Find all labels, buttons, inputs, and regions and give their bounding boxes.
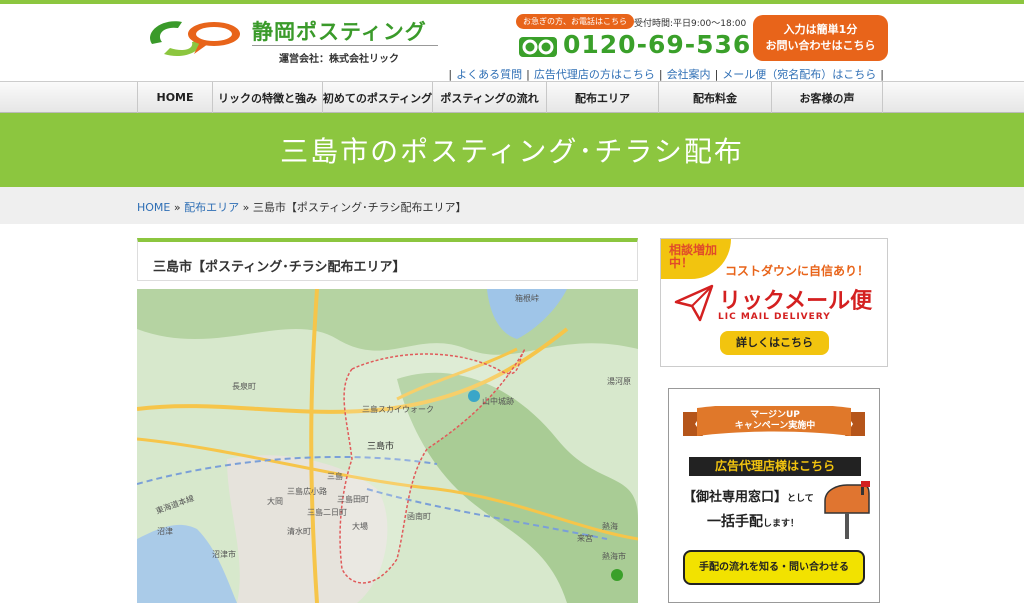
page-title: 三島市のポスティング･チラシ配布 [280,135,744,168]
free-dial-icon [519,37,557,57]
mail-delivery-ad[interactable]: 相談増加中！ コストダウンに自信あり！ リックメール便 LIC MAIL DEL… [660,238,888,367]
breadcrumb: HOME » 配布エリア » 三島市【ポスティング･チラシ配布エリア】 [0,187,1024,224]
map-label-numazu: 沼津市 [212,549,236,559]
map-label-hakone: 箱根峠 [515,293,539,303]
site-header: 静岡ポスティング 運営会社：株式会社リック お急ぎの方、お電話はこちら 受付時間… [0,4,1024,82]
map-label-ooka: 大岡 [267,496,283,506]
ribbon-line-2: キャンペーン実施中 [734,421,816,431]
map-label-futsukamachi: 三島二日町 [307,507,347,517]
map-label-yugawara: 湯河原 [607,376,631,386]
phone-contact[interactable]: お急ぎの方、お電話はこちら 受付時間:平日9:00〜18:00 0120-69-… [516,14,769,64]
agency-link[interactable]: 広告代理店様はこちら [689,457,861,476]
ad-brand-en: LIC MAIL DELIVERY [718,312,831,322]
area-map[interactable]: 箱根峠 三島スカイウォーク 山中城跡 三島市 長泉町 三島広小路 三島田町 三島… [137,289,638,603]
agency-inquiry-button[interactable]: 手配の流れを知る・問い合わせる [683,550,865,585]
map-graphic: 箱根峠 三島スカイウォーク 山中城跡 三島市 長泉町 三島広小路 三島田町 三島… [137,289,638,603]
nav-item-0[interactable]: HOME [137,82,212,113]
site-logo[interactable]: 静岡ポスティング 運営会社：株式会社リック [142,12,442,65]
sublink-faq[interactable]: よくある質問 [456,68,522,81]
main-nav: HOME リックの特徴と強み 初めてのポスティング ポスティングの流れ 配布エリア 配布料… [0,81,1024,113]
logo-mark-icon [150,21,240,57]
sub-links: | よくある質問 | 広告代理店の方はこちら | 会社案内 | メール便（宛名配布）はこちら | [448,68,884,81]
map-label-tamachi: 三島田町 [337,494,369,504]
ad-tag: 相談増加中！ [661,239,731,279]
section-title: 三島市【ポスティング･チラシ配布エリア】 [153,260,406,275]
ad2-line-2: 一括手配します！ [707,514,800,530]
nav-item-4[interactable]: 配布エリア [546,82,658,113]
logo-text: 静岡ポスティング [252,20,427,44]
map-label-atami-city: 熱海市 [602,551,626,561]
nav-item-6[interactable]: お客様の声 [771,82,883,113]
contact-form-button[interactable]: 入力は簡単1分 お問い合わせはこちら [753,15,888,61]
map-label-mishima-station: 三島 [327,471,343,481]
breadcrumb-sep: » [242,201,250,214]
map-label-atami: 熱海 [602,521,618,531]
nav-item-3[interactable]: ポスティングの流れ [432,82,546,113]
phone-badge: お急ぎの方、お電話はこちら [516,14,634,29]
mailbox-icon [824,481,870,539]
section-title-box: 三島市【ポスティング･チラシ配布エリア】 [137,238,638,281]
map-label-kinomiya: 来宮 [577,533,593,543]
nav-items: HOME リックの特徴と強み 初めてのポスティング ポスティングの流れ 配布エリア 配布料… [137,82,883,113]
cta-line-2: お問い合わせはこちら [765,39,876,52]
mail-delivery-details-button[interactable]: 詳しくはこちら [720,331,829,355]
breadcrumb-area[interactable]: 配布エリア [184,201,239,214]
ad2-line-1: 【御社専用窓口】として [683,490,814,505]
map-label-nagaizumi: 長泉町 [232,381,256,391]
nav-item-5[interactable]: 配布料金 [658,82,771,113]
map-label-kannami: 函南町 [407,511,431,521]
map-label-numazu-station: 沼津 [157,526,173,536]
map-label-daiba: 大場 [352,521,368,531]
map-label-mishima-city: 三島市 [367,440,394,452]
breadcrumb-current: 三島市【ポスティング･チラシ配布エリア】 [252,201,467,214]
breadcrumb-home[interactable]: HOME [137,201,170,214]
paper-plane-icon [674,284,714,322]
phone-hours: 受付時間:平日9:00〜18:00 [634,19,747,29]
map-label-hirokoji: 三島広小路 [287,486,327,496]
logo-subtitle: 運営会社：株式会社リック [279,54,399,65]
sublink-company[interactable]: 会社案内 [667,68,711,81]
ad-catchphrase: コストダウンに自信あり！ [725,264,870,278]
nav-item-1[interactable]: リックの特徴と強み [212,82,322,113]
cta-line-1: 入力は簡単1分 [783,23,858,36]
sublink-mail-delivery[interactable]: メール便（宛名配布）はこちら [722,68,876,81]
ad-brand: リックメール便 [719,289,873,314]
map-label-shimizu: 清水町 [287,526,311,536]
sublink-agency[interactable]: 広告代理店の方はこちら [534,68,655,81]
phone-number[interactable]: 0120-69-5365 [563,30,770,59]
nav-item-2[interactable]: 初めてのポスティング [322,82,432,113]
map-label-yamanaka: 山中城跡 [482,396,514,406]
agency-campaign-ad: マージンUP キャンペーン実施中 広告代理店様はこちら 【御社専用窓口】として … [668,388,880,603]
map-label-skywalk: 三島スカイウォーク [362,404,434,414]
page-banner: 三島市のポスティング･チラシ配布 [0,113,1024,187]
logo-divider [252,45,438,46]
breadcrumb-sep: » [173,201,181,214]
